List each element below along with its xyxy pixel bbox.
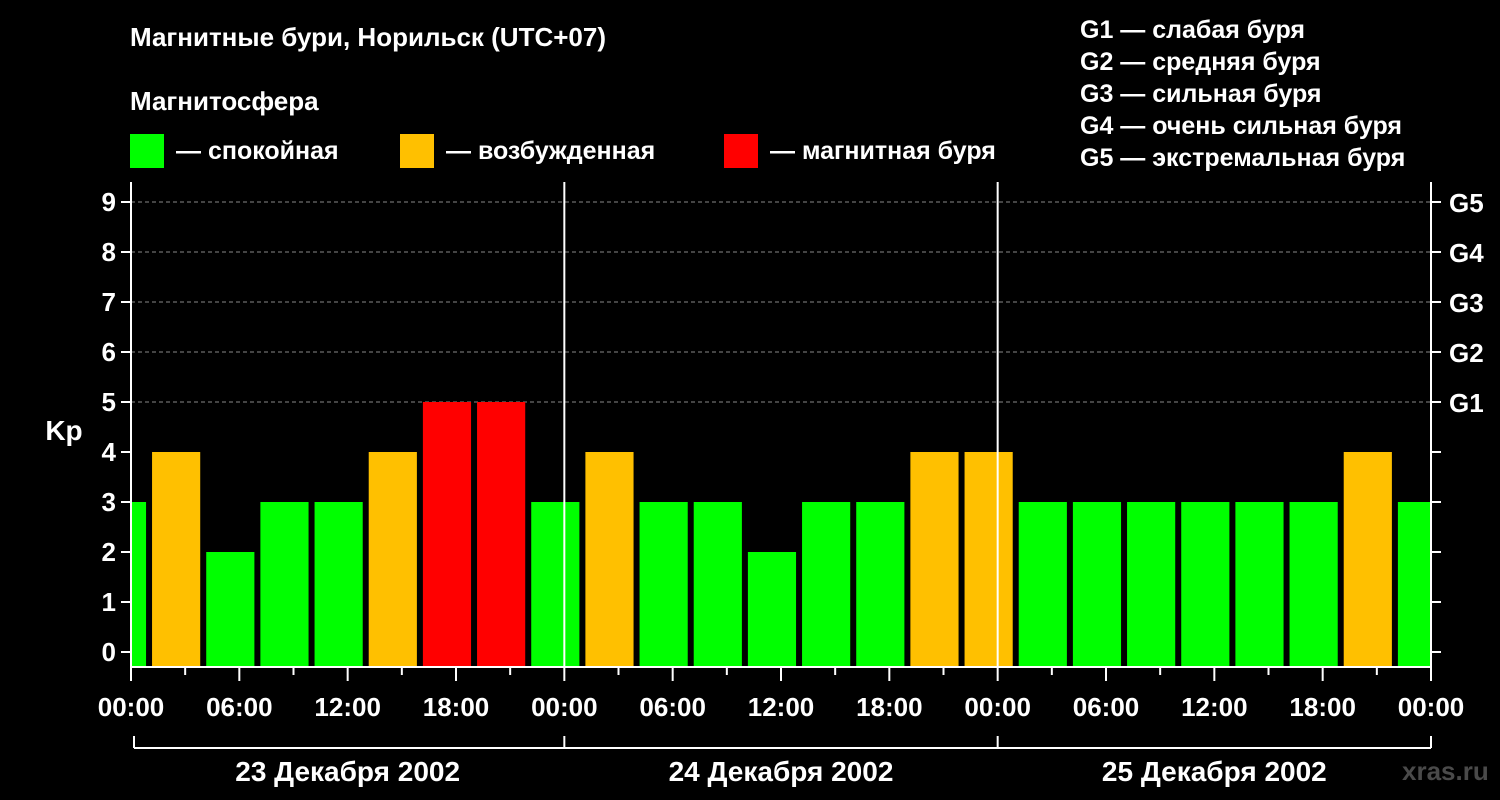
g-level-label: G3 bbox=[1449, 288, 1484, 318]
y-axis-label: Kp bbox=[45, 415, 82, 446]
y-tick-label: 4 bbox=[102, 437, 117, 467]
kp-bar bbox=[802, 502, 851, 667]
y-tick-label: 9 bbox=[102, 187, 116, 217]
y-tick-label: 5 bbox=[102, 387, 116, 417]
g-level-label: G5 bbox=[1449, 188, 1484, 218]
kp-bar bbox=[639, 502, 688, 667]
g-level-label: G1 bbox=[1449, 388, 1484, 418]
x-tick-label: 00:00 bbox=[964, 692, 1031, 722]
y-tick-label: 2 bbox=[102, 537, 116, 567]
g-level-label: G4 bbox=[1449, 238, 1484, 268]
kp-bar bbox=[693, 502, 742, 667]
kp-bar bbox=[1235, 502, 1284, 667]
y-tick-label: 7 bbox=[102, 287, 116, 317]
day-label: 25 Декабря 2002 bbox=[1102, 756, 1327, 787]
kp-bar bbox=[260, 502, 309, 667]
kp-bar bbox=[856, 502, 905, 667]
x-tick-label: 00:00 bbox=[1398, 692, 1465, 722]
kp-bar bbox=[477, 402, 526, 667]
y-tick-label: 3 bbox=[102, 487, 116, 517]
kp-bar bbox=[531, 502, 580, 667]
kp-bar bbox=[747, 552, 797, 667]
x-tick-label: 06:00 bbox=[1073, 692, 1140, 722]
y-tick-label: 6 bbox=[102, 337, 116, 367]
day-label: 24 Декабря 2002 bbox=[669, 756, 894, 787]
site-credit: xras.ru bbox=[1402, 756, 1489, 786]
x-tick-label: 00:00 bbox=[531, 692, 598, 722]
x-tick-label: 18:00 bbox=[423, 692, 490, 722]
kp-bar bbox=[1181, 502, 1230, 667]
x-tick-label: 12:00 bbox=[748, 692, 815, 722]
kp-bar bbox=[1072, 502, 1122, 667]
day-label: 23 Декабря 2002 bbox=[235, 756, 460, 787]
kp-bar bbox=[422, 402, 472, 667]
kp-bar bbox=[152, 452, 201, 667]
kp-bar bbox=[964, 452, 1013, 667]
kp-bar bbox=[1018, 502, 1067, 667]
x-tick-label: 18:00 bbox=[856, 692, 923, 722]
kp-bar bbox=[314, 502, 363, 667]
kp-bar bbox=[1289, 502, 1338, 667]
kp-bar bbox=[206, 552, 255, 667]
x-tick-label: 06:00 bbox=[206, 692, 273, 722]
kp-bar bbox=[1397, 502, 1431, 667]
x-tick-label: 12:00 bbox=[1181, 692, 1248, 722]
kp-bar bbox=[368, 452, 417, 667]
x-tick-label: 12:00 bbox=[314, 692, 381, 722]
y-tick-label: 8 bbox=[102, 237, 116, 267]
kp-bar bbox=[910, 452, 959, 667]
kp-bar bbox=[1127, 502, 1176, 667]
y-tick-label: 0 bbox=[102, 637, 116, 667]
kp-bar bbox=[1343, 452, 1392, 667]
x-tick-label: 00:00 bbox=[98, 692, 165, 722]
kp-chart: 0 1 2 3 4 5 6 7 8 9 G1 G2 G3 G4 G5 Kp 00:00 06:00 12:00 18:… bbox=[45, 182, 1484, 787]
bars-group bbox=[131, 402, 1431, 667]
g-level-label: G2 bbox=[1449, 338, 1484, 368]
kp-bar bbox=[585, 452, 634, 667]
y-tick-label: 1 bbox=[102, 587, 116, 617]
x-tick-label: 18:00 bbox=[1289, 692, 1356, 722]
x-tick-label: 06:00 bbox=[639, 692, 706, 722]
